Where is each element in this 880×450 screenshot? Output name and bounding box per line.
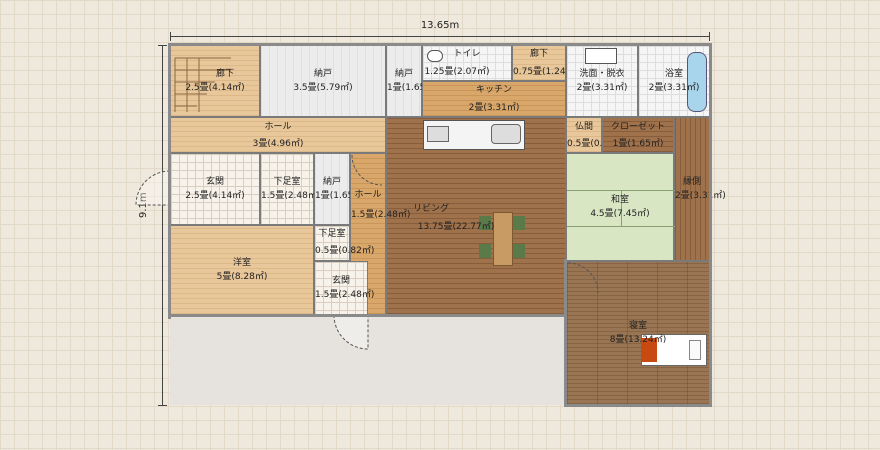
width-dimension-line <box>170 36 710 37</box>
floor-plan: 廊下 2.5畳(4.14㎡) 納戸 3.5畳(5.79㎡) 納戸 1畳(1.65… <box>135 43 726 407</box>
door-swing-entrance-2 <box>333 314 369 350</box>
outer-wall-bottom <box>168 314 567 317</box>
height-dimension-tick-top <box>158 45 167 46</box>
height-dimension-line <box>162 45 163 405</box>
width-dimension-tick-left <box>170 32 171 41</box>
height-dimension-tick-bottom <box>158 405 167 406</box>
width-dimension-label: 13.65m <box>420 20 460 31</box>
outer-wall-bedroom <box>564 259 712 407</box>
width-dimension-tick-right <box>709 32 710 41</box>
